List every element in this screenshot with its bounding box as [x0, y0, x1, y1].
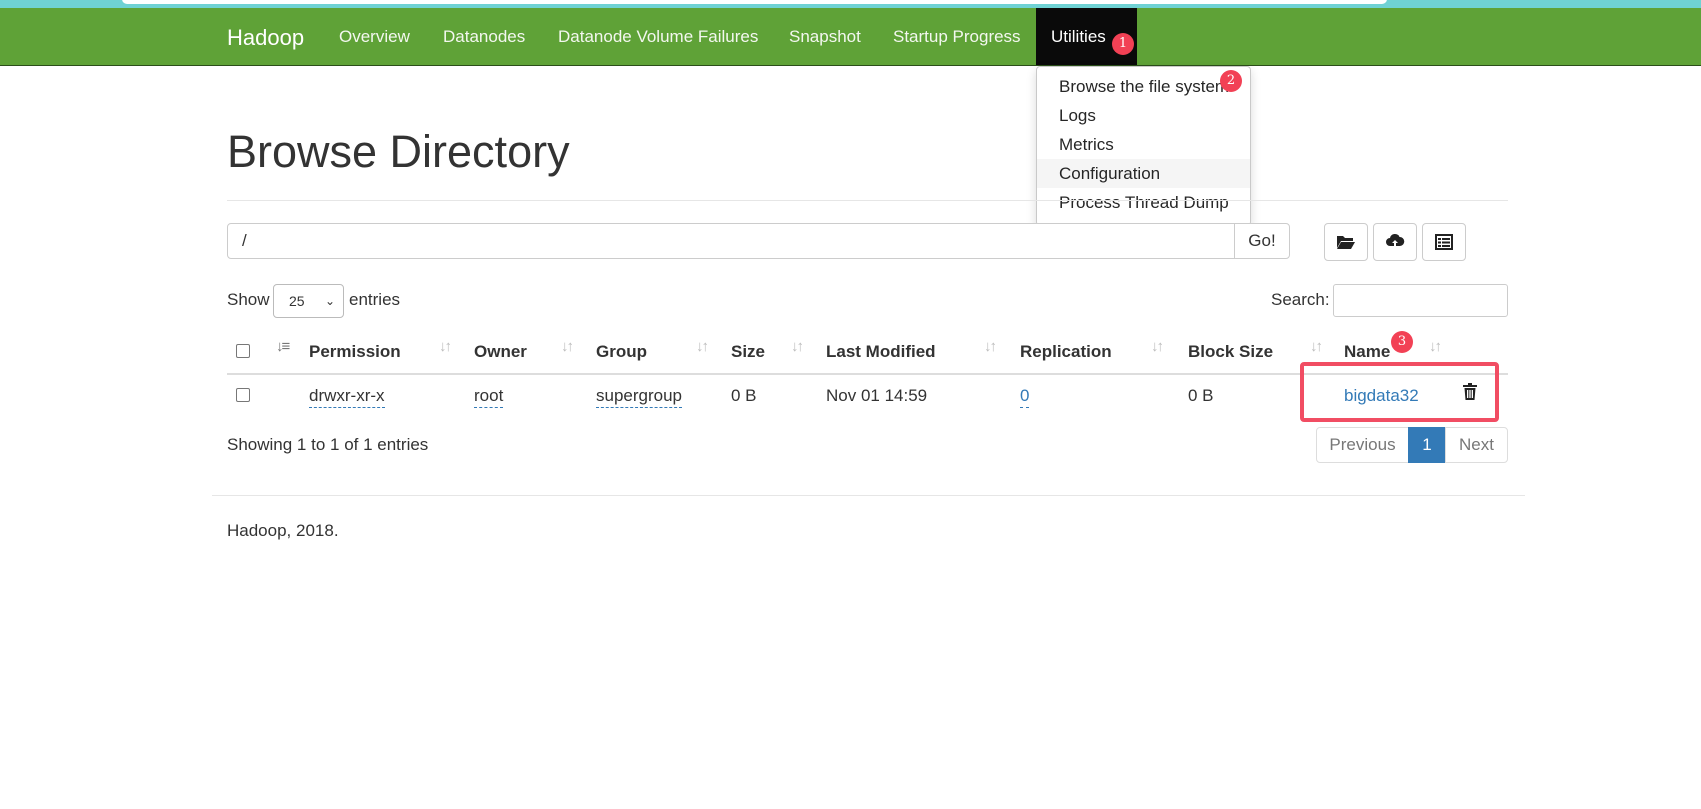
sort-icon[interactable]: ↓↑: [791, 338, 804, 355]
cut-paste-button[interactable]: [1422, 223, 1466, 261]
pagination-previous[interactable]: Previous: [1316, 427, 1409, 463]
folder-open-icon: [1337, 236, 1355, 249]
menu-item-metrics[interactable]: Metrics: [1037, 130, 1250, 159]
upload-files-button[interactable]: [1373, 223, 1417, 261]
nav-datanode-volume-failures[interactable]: Datanode Volume Failures: [543, 8, 773, 65]
column-header-size[interactable]: Size: [731, 342, 765, 362]
cell-block-size: 0 B: [1188, 386, 1214, 405]
nav-snapshot[interactable]: Snapshot: [774, 8, 876, 65]
column-header-owner[interactable]: Owner: [474, 342, 527, 362]
title-divider: [227, 200, 1508, 201]
brand-link[interactable]: Hadoop: [227, 25, 304, 51]
utilities-dropdown-menu: Browse the file system Logs Metrics Conf…: [1036, 66, 1251, 226]
sort-icon[interactable]: ↓↑: [1429, 338, 1442, 355]
sort-icon[interactable]: ↓↑: [1151, 338, 1164, 355]
go-button[interactable]: Go!: [1234, 223, 1290, 259]
cell-owner: root: [474, 386, 504, 408]
directory-path-input[interactable]: [227, 223, 1235, 259]
column-header-replication[interactable]: Replication: [1020, 342, 1112, 362]
menu-item-browse-file-system[interactable]: Browse the file system: [1037, 72, 1250, 101]
select-all-checkbox[interactable]: [236, 344, 250, 358]
nav-startup-progress[interactable]: Startup Progress: [878, 8, 1036, 65]
cell-permission: drwxr-xr-x: [309, 386, 385, 408]
annotation-highlight-box: [1300, 362, 1499, 422]
top-navbar: Hadoop Overview Datanodes Datanode Volum…: [0, 8, 1701, 66]
sort-asc-icon[interactable]: ↓≡: [276, 338, 290, 355]
cell-replication[interactable]: 0: [1020, 386, 1030, 408]
page-title: Browse Directory: [227, 126, 570, 177]
step-marker-2: 2: [1220, 70, 1242, 92]
menu-item-process-thread-dump[interactable]: Process Thread Dump: [1037, 188, 1250, 217]
create-directory-button[interactable]: [1324, 223, 1368, 261]
step-marker-3: 3: [1391, 331, 1413, 353]
nav-datanodes[interactable]: Datanodes: [428, 8, 540, 65]
menu-item-logs[interactable]: Logs: [1037, 101, 1250, 130]
list-icon: [1435, 234, 1453, 250]
cell-size: 0 B: [731, 386, 757, 405]
sort-icon[interactable]: ↓↑: [1310, 338, 1323, 355]
entries-per-page-select[interactable]: 25 ⌄: [273, 284, 344, 318]
sort-icon[interactable]: ↓↑: [696, 338, 709, 355]
pagination-page-1[interactable]: 1: [1408, 427, 1446, 463]
chevron-down-icon: ⌄: [324, 294, 335, 308]
sort-icon[interactable]: ↓↑: [984, 338, 997, 355]
column-header-group[interactable]: Group: [596, 342, 647, 362]
column-header-permission[interactable]: Permission: [309, 342, 401, 362]
cell-last-modified: Nov 01 14:59: [826, 386, 928, 405]
menu-item-configuration[interactable]: Configuration: [1037, 159, 1250, 188]
step-marker-1: 1: [1112, 33, 1134, 55]
pagination-next[interactable]: Next: [1445, 427, 1508, 463]
row-checkbox[interactable]: [236, 388, 250, 402]
nav-overview[interactable]: Overview: [324, 8, 425, 65]
table-info: Showing 1 to 1 of 1 entries: [227, 435, 429, 454]
search-label: Search:: [1271, 290, 1330, 309]
length-suffix-label: entries: [349, 290, 401, 309]
column-header-block-size[interactable]: Block Size: [1188, 342, 1273, 362]
cell-group: supergroup: [596, 386, 683, 408]
column-header-last-modified[interactable]: Last Modified: [826, 342, 936, 362]
cloud-upload-icon: [1386, 233, 1405, 249]
browser-top-strip: [0, 0, 1701, 8]
sort-icon[interactable]: ↓↑: [561, 338, 574, 355]
footer-text: Hadoop, 2018.: [227, 521, 339, 540]
length-prefix-label: Show: [227, 290, 270, 309]
sort-icon[interactable]: ↓↑: [439, 338, 452, 355]
column-header-name[interactable]: Name: [1344, 342, 1390, 362]
footer-divider: [212, 495, 1525, 496]
entries-per-page-value: 25: [289, 293, 305, 309]
search-input[interactable]: [1333, 284, 1508, 317]
